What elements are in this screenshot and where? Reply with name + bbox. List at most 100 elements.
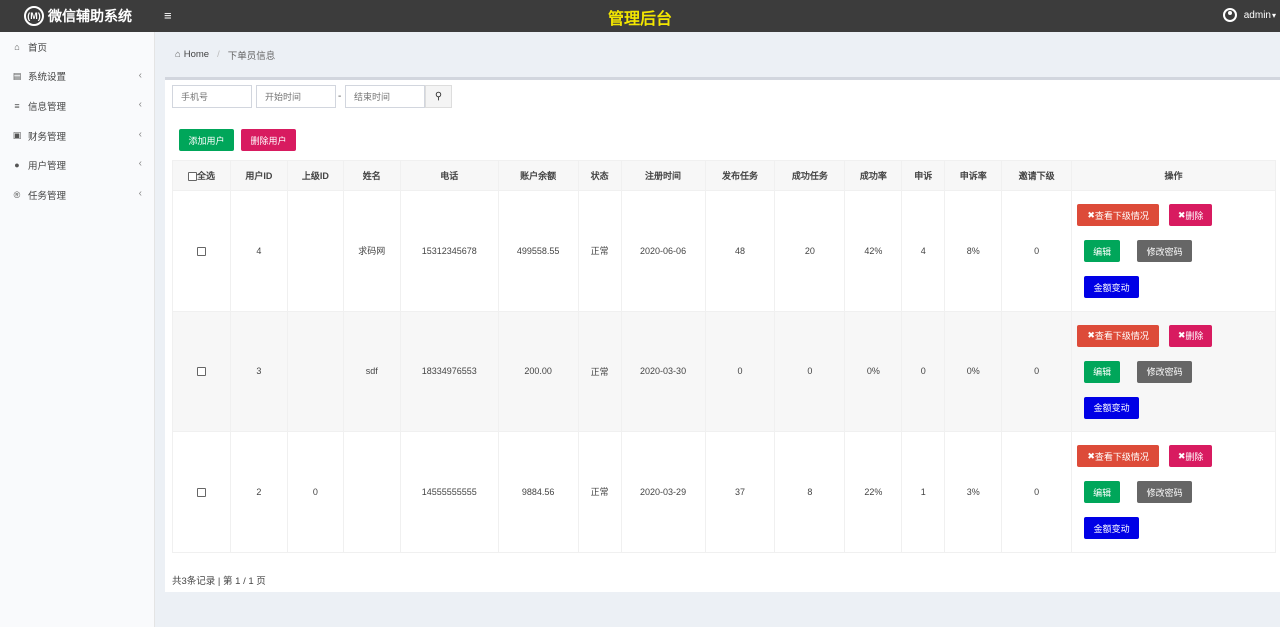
cell-invites: 0 <box>1001 190 1073 312</box>
sidebar-item-info-management[interactable]: ≡ 信息管理 ‹ <box>0 91 154 121</box>
search-button[interactable]: ⚲ <box>425 85 452 108</box>
column-header: 电话 <box>399 160 499 191</box>
hamburger-icon[interactable]: ≡ <box>164 8 172 24</box>
cell-status: 正常 <box>577 431 622 553</box>
delete-user-button[interactable]: 删除用户 <box>241 129 296 151</box>
column-header: 邀请下级 <box>1001 160 1073 191</box>
cell-phone: 15312345678 <box>399 190 499 312</box>
sidebar-item-user-management[interactable]: ● 用户管理 ‹ <box>0 150 154 180</box>
edit-button[interactable]: 编辑 <box>1084 481 1121 503</box>
cell-parent-id <box>286 310 344 432</box>
cell-reg-time: 2020-06-06 <box>620 190 706 312</box>
button-label: 删除 <box>1185 331 1204 341</box>
sidebar: ⌂ 首页 ▤ 系统设置 ‹ ≡ 信息管理 ‹ ▣ 财务管理 ‹ ● 用户管理 ‹… <box>0 32 155 627</box>
change-password-button[interactable]: 修改密码 <box>1137 360 1193 383</box>
logo-badge-icon: (M) <box>24 6 44 26</box>
column-header: 姓名 <box>342 160 401 191</box>
balance-change-button[interactable]: 金额变动 <box>1084 276 1140 298</box>
delete-row-button[interactable]: ✖ 删除 <box>1169 324 1213 347</box>
chevron-left-icon: ‹ <box>138 158 142 170</box>
view-subordinates-button[interactable]: ✖ 查看下级情况 <box>1077 324 1160 347</box>
delete-row-button[interactable]: ✖ 删除 <box>1169 204 1213 226</box>
row-select-cell <box>172 431 231 553</box>
balance-change-button[interactable]: 金额变动 <box>1084 396 1140 419</box>
table-header-row: 全选 用户ID 上级ID 姓名 电话 账户余额 状态 注册时间 发布任务 成功任… <box>172 160 1276 191</box>
sidebar-item-task-management[interactable]: ® 任务管理 ‹ <box>0 180 154 210</box>
close-icon: ✖ <box>1087 450 1095 461</box>
cell-reg-time: 2020-03-30 <box>620 310 706 432</box>
table-row: 2 0 14555555555 9884.56 正常 2020-03-29 37… <box>172 431 1276 553</box>
button-label: 删除 <box>1185 451 1204 462</box>
button-label: 查看下级情况 <box>1094 210 1149 221</box>
column-header: 发布任务 <box>704 160 776 191</box>
logo-text: 微信辅助系统 <box>48 8 132 24</box>
cell-name <box>342 431 401 553</box>
cell-parent-id <box>286 190 344 312</box>
view-subordinates-button[interactable]: ✖ 查看下级情况 <box>1077 204 1160 226</box>
select-all-header[interactable]: 全选 <box>172 160 231 191</box>
row-select-cell <box>172 310 231 432</box>
edit-button[interactable]: 编辑 <box>1084 360 1121 383</box>
row-checkbox[interactable] <box>196 487 206 497</box>
phone-filter-input[interactable] <box>172 85 252 108</box>
sidebar-item-label: 用户管理 <box>28 161 67 173</box>
page-title: 管理后台 <box>607 11 672 28</box>
view-subordinates-button[interactable]: ✖ 查看下级情况 <box>1077 445 1160 467</box>
cell-balance: 499558.55 <box>497 190 579 312</box>
cell-success: 20 <box>774 190 846 312</box>
sidebar-item-label: 财务管理 <box>28 131 67 143</box>
cell-name: sdf <box>342 310 401 432</box>
table-row: 3 sdf 18334976553 200.00 正常 2020-03-30 0… <box>172 310 1276 432</box>
user-menu[interactable]: admin ▾ <box>1222 8 1276 22</box>
pagination-summary: 共3条记录 | 第 1 / 1 页 <box>172 576 266 587</box>
cell-phone: 18334976553 <box>399 310 499 432</box>
select-all-checkbox[interactable] <box>187 172 197 182</box>
button-label: 删除 <box>1185 210 1204 221</box>
sidebar-item-system-settings[interactable]: ▤ 系统设置 ‹ <box>0 62 154 92</box>
cell-status: 正常 <box>577 310 622 432</box>
add-user-button[interactable]: 添加用户 <box>179 129 234 151</box>
users-icon: ● <box>14 160 20 171</box>
balance-change-button[interactable]: 金额变动 <box>1084 517 1140 539</box>
cell-appeal-rate: 3% <box>944 431 1003 553</box>
sidebar-item-finance-management[interactable]: ▣ 财务管理 ‹ <box>0 121 154 151</box>
start-time-input[interactable] <box>256 85 336 108</box>
delete-row-button[interactable]: ✖ 删除 <box>1169 445 1213 467</box>
cell-user-id: 4 <box>229 190 288 312</box>
cell-appeals: 0 <box>901 310 946 432</box>
cell-success-rate: 22% <box>844 431 903 553</box>
column-header: 用户ID <box>229 160 288 191</box>
money-icon: ▣ <box>12 130 22 141</box>
row-checkbox[interactable] <box>196 246 206 256</box>
sidebar-item-home[interactable]: ⌂ 首页 <box>0 32 154 62</box>
breadcrumb-home-link[interactable]: Home <box>184 49 209 60</box>
row-select-cell <box>172 190 231 312</box>
cell-user-id: 2 <box>229 431 288 553</box>
cell-published: 37 <box>704 431 776 553</box>
cell-invites: 0 <box>1001 310 1073 432</box>
caret-down-icon: ▾ <box>1271 10 1276 20</box>
registered-icon: ® <box>13 189 21 200</box>
button-label: 查看下级情况 <box>1094 451 1149 462</box>
app-logo[interactable]: (M) 微信辅助系统 <box>0 0 155 32</box>
close-icon: ✖ <box>1177 330 1186 340</box>
settings-icon: ▤ <box>12 70 22 81</box>
cell-user-id: 3 <box>229 310 288 432</box>
column-header: 申诉率 <box>944 160 1003 191</box>
end-time-input[interactable] <box>345 85 425 108</box>
row-checkbox[interactable] <box>196 367 206 377</box>
chevron-left-icon: ‹ <box>138 99 142 111</box>
column-header: 上级ID <box>286 160 344 191</box>
edit-button[interactable]: 编辑 <box>1084 240 1121 262</box>
cell-appeals: 4 <box>901 190 946 312</box>
sidebar-item-label: 任务管理 <box>28 190 67 202</box>
chevron-left-icon: ‹ <box>138 128 142 140</box>
cell-phone: 14555555555 <box>399 431 499 553</box>
change-password-button[interactable]: 修改密码 <box>1137 481 1193 503</box>
list-icon: ≡ <box>14 100 20 111</box>
column-header: 成功率 <box>844 160 903 191</box>
change-password-button[interactable]: 修改密码 <box>1137 240 1193 262</box>
sidebar-item-label: 系统设置 <box>28 72 67 84</box>
close-icon: ✖ <box>1087 330 1095 340</box>
user-name: admin <box>1243 9 1271 21</box>
